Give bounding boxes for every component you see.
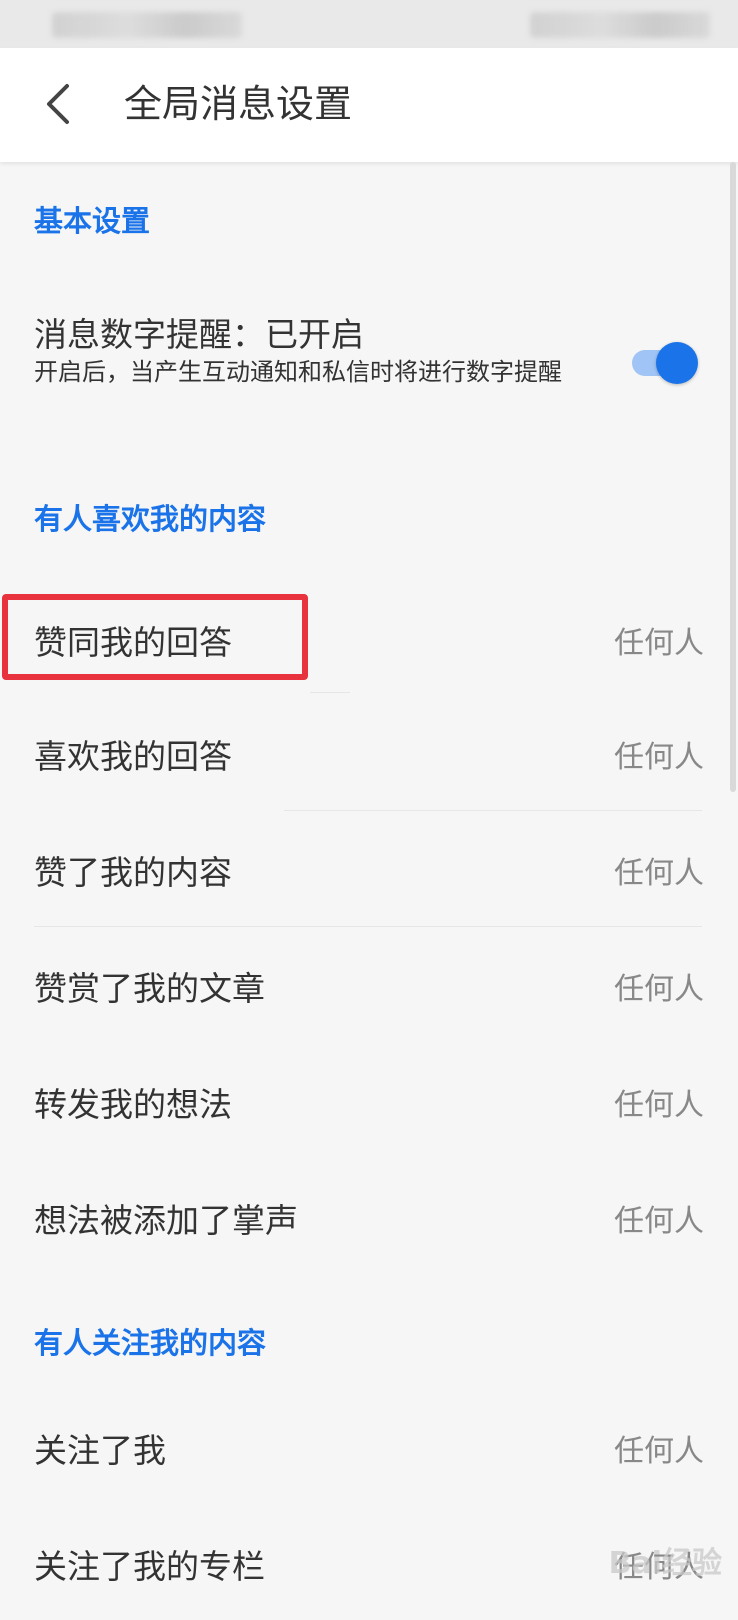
back-button[interactable] [30, 76, 86, 132]
list-item-value: 任何人 [614, 1204, 704, 1239]
app-bar: 全局消息设置 [0, 48, 738, 162]
toggle-knob [656, 342, 698, 384]
list-item-label: 转发我的想法 [34, 1085, 232, 1124]
badge-setting-label: 消息数字提醒：已开启 [34, 315, 364, 354]
list-item-value: 任何人 [614, 740, 704, 775]
list-item-label: 喜欢我的回答 [34, 737, 232, 776]
list-item[interactable]: 想法被添加了掌声 任何人 [0, 1158, 738, 1274]
status-bar [0, 0, 738, 48]
list-item[interactable]: 关注了我 任何人 [0, 1388, 738, 1504]
list-item-value: 任何人 [614, 1088, 704, 1123]
list-item-label: 想法被添加了掌声 [34, 1201, 298, 1240]
scrollbar[interactable] [730, 162, 736, 792]
section-title-basic: 基本设置 [34, 204, 151, 238]
list-item-label: 关注了我 [34, 1431, 166, 1470]
list-item[interactable]: 赞赏了我的文章 任何人 [0, 926, 738, 1042]
page-title: 全局消息设置 [124, 82, 353, 126]
status-bar-right-blur [530, 12, 710, 38]
list-item-label: 关注了我的专栏 [34, 1547, 265, 1586]
watermark-logo: Bai经验 [608, 1546, 722, 1581]
section-title-likes: 有人喜欢我的内容 [34, 502, 267, 536]
list-item-label: 赞了我的内容 [34, 853, 232, 892]
list-item-value: 任何人 [614, 626, 704, 661]
list-item[interactable]: 赞了我的内容 任何人 [0, 810, 738, 926]
list-item[interactable]: 转发我的想法 任何人 [0, 1042, 738, 1158]
section-title-follows: 有人关注我的内容 [34, 1326, 267, 1360]
list-item-value: 任何人 [614, 856, 704, 891]
badge-setting-toggle[interactable] [632, 342, 698, 384]
status-bar-left-blur [52, 12, 242, 38]
divider [310, 692, 350, 693]
chevron-left-icon [47, 84, 69, 124]
list-item-value: 任何人 [614, 972, 704, 1007]
badge-setting-description: 开启后，当产生互动通知和私信时将进行数字提醒 [34, 358, 562, 386]
highlight-annotation-box [2, 594, 308, 680]
list-item-value: 任何人 [614, 1434, 704, 1469]
list-item-label: 赞赏了我的文章 [34, 969, 265, 1008]
list-item[interactable]: 喜欢我的回答 任何人 [0, 694, 738, 810]
